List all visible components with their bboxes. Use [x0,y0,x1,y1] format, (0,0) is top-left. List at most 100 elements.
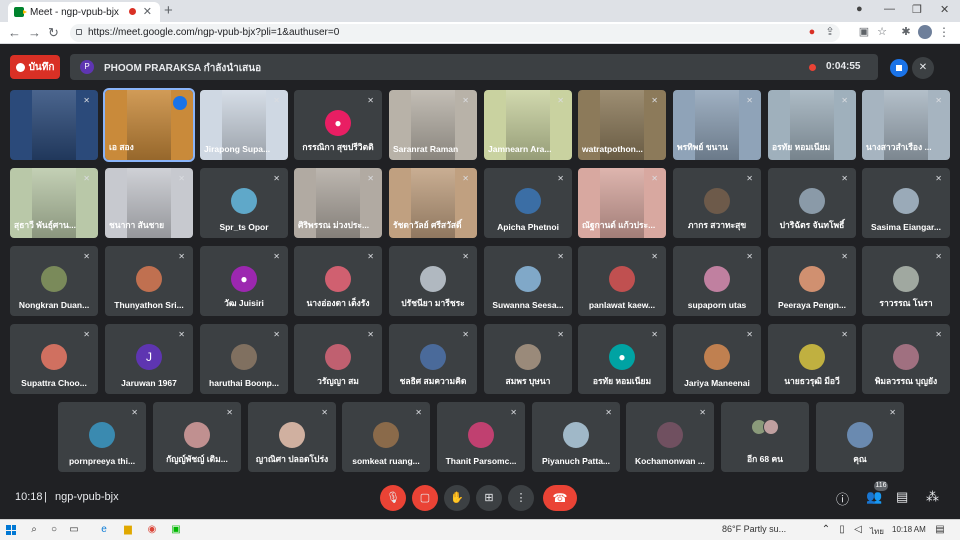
participant-tile[interactable]: ✕ ญาณิศา ปลอดโปร่ง [248,402,336,472]
url-input[interactable]: https://meet.google.com/ngp-vpub-bjx?pli… [70,24,840,42]
file-explorer-icon[interactable]: ▆ [122,524,134,536]
close-tab-icon[interactable]: ✕ [143,5,152,18]
mic-toggle-button[interactable]: 🎙 [380,485,406,511]
participant-tile[interactable]: ✕ Peeraya Pengn... [768,246,856,316]
participant-tile[interactable]: ✕ ปรัชนียา มารีชระ [389,246,477,316]
participant-tile[interactable]: ✕ supaporn utas [673,246,761,316]
participant-tile[interactable]: ✕ นางสาวสำเรือง ... [862,90,950,160]
participant-tile[interactable]: ● ✕ วัฒ Juisiri [200,246,288,316]
participant-tile[interactable]: ✕ Thunyathon Sri... [105,246,193,316]
leave-call-button[interactable]: ☎ [543,485,577,511]
participant-tile[interactable]: ✕ Thanit Parsomc... [437,402,525,472]
participant-tile[interactable]: ✕ วรัญญา สม [294,324,382,394]
participant-tile[interactable]: ✕ Sasima Eiangar... [862,168,950,238]
mic-muted-icon: ✕ [605,408,612,417]
tray-up-arrow-icon[interactable]: ⌃ [820,524,832,536]
mic-off-icon[interactable]: ✕ [912,57,934,79]
participant-tile[interactable]: ● ✕ กรรณิกา สุขปรีวิตติ [294,90,382,160]
camera-toggle-button[interactable]: ▢ [412,485,438,511]
participant-tile[interactable]: ✕ ภากร สวาทะสุข [673,168,761,238]
participant-tile[interactable]: ✕ นายธวรุฒิ มีอวี [768,324,856,394]
participant-tile[interactable]: ✕ Piyanuch Patta... [532,402,620,472]
line-app-icon[interactable]: ▣ [170,524,182,536]
participant-tile[interactable]: ✕ คุณ [816,402,904,472]
chat-icon[interactable]: ▤ [896,489,908,505]
activities-icon[interactable]: ⁂ [926,489,939,505]
forward-icon[interactable]: → [28,25,41,40]
participant-name: ชนากา สันชาย [109,220,165,230]
windows-start-icon[interactable] [6,525,16,535]
back-icon[interactable]: ← [8,25,21,40]
maximize-button[interactable]: ❐ [912,3,922,16]
stop-presenting-button[interactable] [890,59,908,77]
participant-tile[interactable]: ✕ พิมลวรรณ บุญยัง [862,324,950,394]
participant-tile[interactable]: ✕ Supattra Choo... [10,324,98,394]
new-tab-button[interactable]: + [164,2,173,19]
participant-tile[interactable]: J ✕ Jaruwan 1967 [105,324,193,394]
raise-hand-button[interactable]: ✋ [444,485,470,511]
share-icon[interactable]: ⇪ [824,26,836,38]
cortana-icon[interactable]: ○ [48,524,60,536]
participant-tile[interactable]: ✕ Suwanna Seesa... [484,246,572,316]
network-icon[interactable]: ▯ [836,524,848,536]
participant-tile[interactable]: ✕ ชนากา สันชาย [105,168,193,238]
participant-tile[interactable]: ✕ พรทิพย์ ขนาน [673,90,761,160]
participant-tile[interactable]: ✕ Jariya Maneenai [673,324,761,394]
reload-icon[interactable]: ↻ [48,25,59,41]
close-window-button[interactable]: ✕ [940,3,949,16]
participant-tile[interactable]: ✕ รัชดาวัลย์ ศรีสวัสดิ์ [389,168,477,238]
participant-tile[interactable]: ✕ ณัฐกานต์ แก้วประ... [578,168,666,238]
search-icon[interactable]: ⌕ [28,524,40,536]
participant-name: วัฒ Juisiri [224,298,264,308]
profile-dot-icon[interactable]: ● [856,3,863,15]
participant-tile[interactable]: เอ สอง [103,88,195,162]
participant-tile[interactable]: ✕ สุธาวี พันธุ์ศาน... [10,168,98,238]
present-now-button[interactable]: ⊞ [476,485,502,511]
participant-name: นางสาวสำเรือง ... [866,142,932,152]
participant-tile[interactable]: ● ✕ อรทัย หอมเนียม [578,324,666,394]
participant-tile[interactable]: ✕ Jirapong Supa... [200,90,288,160]
profile-avatar[interactable] [918,25,932,39]
task-view-icon[interactable]: ▭ [68,524,80,536]
participant-tile[interactable]: ✕ haruthai Boonp... [200,324,288,394]
language-indicator[interactable]: ไทย [870,525,884,538]
participant-tile[interactable]: ✕ สมพร บุษนา [484,324,572,394]
participant-tile[interactable]: ✕ [10,90,98,160]
star-icon[interactable]: ☆ [876,26,888,38]
extensions-icon[interactable]: ✱ [900,26,912,38]
participant-tile[interactable]: ✕ Kochamonwan ... [626,402,714,472]
participant-tile[interactable]: ✕ Saranrat Raman [389,90,477,160]
record-button[interactable]: บันทึก [10,55,60,79]
participant-tile[interactable]: ✕ Spr_ts Opor [200,168,288,238]
participant-tile[interactable]: ✕ ปาริฉัตร จันทโพธิ์ [768,168,856,238]
notifications-icon[interactable]: ▤ [934,524,946,536]
participant-tile[interactable]: ✕ กัญญ์พัชญ์ เดิม... [153,402,241,472]
edge-icon[interactable]: e [98,524,110,536]
participant-tile[interactable]: ✕ อรทัย หอมเนียม [768,90,856,160]
participant-tile[interactable]: ✕ ราวรรณ โนรา [862,246,950,316]
browser-tab-meet[interactable]: Meet - ngp-vpub-bjx ✕ [8,2,160,22]
mic-muted-icon: ✕ [841,252,848,261]
taskbar-clock[interactable]: 10:18 AM [892,525,926,534]
participant-tile[interactable]: ✕ watratpothon... [578,90,666,160]
volume-icon[interactable]: ◁ [852,524,864,536]
camera-in-use-icon[interactable]: ● [806,26,818,38]
meeting-info-icon[interactable]: ⓘ [836,489,849,508]
participant-tile[interactable]: ✕ Jamnearn Ara... [484,90,572,160]
weather-widget[interactable]: 86°F Partly su... [722,524,786,534]
cast-icon[interactable]: ▣ [858,26,870,38]
participant-tile[interactable]: อีก 68 คน [721,402,809,472]
participant-tile[interactable]: ✕ pornpreeya thi... [58,402,146,472]
browser-menu-icon[interactable]: ⋮ [938,25,950,39]
more-options-button[interactable]: ⋮ [508,485,534,511]
participant-tile[interactable]: ✕ ศิริพรรณ ม่วงประ... [294,168,382,238]
participant-tile[interactable]: ✕ panlawat kaew... [578,246,666,316]
participant-tile[interactable]: ✕ Nongkran Duan... [10,246,98,316]
minimize-button[interactable]: — [884,3,895,15]
people-icon[interactable]: 👥 [866,489,882,505]
participant-tile[interactable]: ✕ นางอ่องดา เต็งรัง [294,246,382,316]
participant-tile[interactable]: ✕ Apicha Phetnoi [484,168,572,238]
chrome-icon[interactable]: ◉ [146,524,158,536]
participant-tile[interactable]: ✕ somkeat ruang... [342,402,430,472]
participant-tile[interactable]: ✕ ชลธิศ สมความคิด [389,324,477,394]
